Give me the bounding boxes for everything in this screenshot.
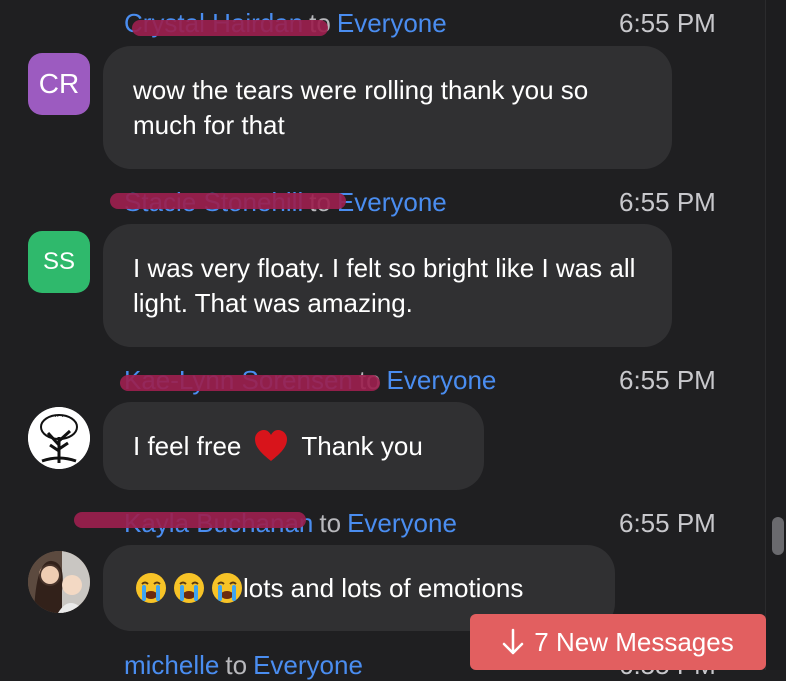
redaction-mark (110, 193, 346, 209)
svg-text:·· ·: ·· · (55, 413, 64, 421)
to-label: to (225, 650, 248, 680)
message-header: michelle to Everyone (124, 650, 363, 681)
message-time: 6:55 PM (619, 8, 716, 38)
message-text: I feel free (133, 430, 242, 461)
avatar-initials: CR (38, 68, 80, 99)
avatar[interactable]: SS (28, 231, 90, 293)
avatar[interactable]: ·· · (28, 407, 90, 469)
tree-avatar-icon: ·· · (28, 407, 90, 469)
avatar-initials: SS (42, 248, 75, 275)
avatar[interactable]: CR (28, 53, 90, 115)
crying-face-icon (212, 573, 242, 603)
scrollbar-track[interactable] (765, 0, 786, 670)
message-text: Thank you (301, 430, 423, 461)
message-bubble: I feel free Thank you (103, 402, 484, 490)
message-bubble: wow the tears were rolling thank you so … (103, 46, 672, 169)
scrollbar-thumb[interactable] (772, 517, 784, 555)
redaction-mark (120, 375, 380, 391)
arrow-down-icon (503, 628, 524, 655)
recipient-link[interactable]: Everyone (337, 8, 447, 38)
recipient-link[interactable]: Everyone (337, 187, 447, 217)
crying-face-icon (174, 573, 204, 603)
recipient-link[interactable]: Everyone (347, 508, 457, 538)
sender-name[interactable]: michelle (124, 650, 219, 680)
recipient-link[interactable]: Everyone (387, 365, 497, 395)
message-text: I was very floaty. I felt so bright like… (133, 252, 636, 318)
redaction-mark (74, 512, 306, 528)
new-messages-label: 7 New Messages (534, 626, 734, 657)
crying-face-icon (136, 573, 166, 603)
message-time: 6:55 PM (619, 365, 716, 395)
message-time: 6:55 PM (619, 187, 716, 217)
avatar[interactable] (28, 551, 90, 613)
to-label: to (319, 508, 342, 538)
message-time: 6:55 PM (619, 508, 716, 538)
message-bubble: I was very floaty. I felt so bright like… (103, 224, 672, 347)
message-text: wow the tears were rolling thank you so … (133, 74, 589, 140)
message-text: lots and lots of emotions (243, 572, 524, 603)
redaction-mark (132, 20, 328, 36)
red-heart-icon (255, 430, 288, 461)
recipient-link[interactable]: Everyone (253, 650, 363, 680)
photo-avatar-icon (28, 551, 90, 613)
new-messages-button[interactable]: 7 New Messages (470, 614, 766, 670)
